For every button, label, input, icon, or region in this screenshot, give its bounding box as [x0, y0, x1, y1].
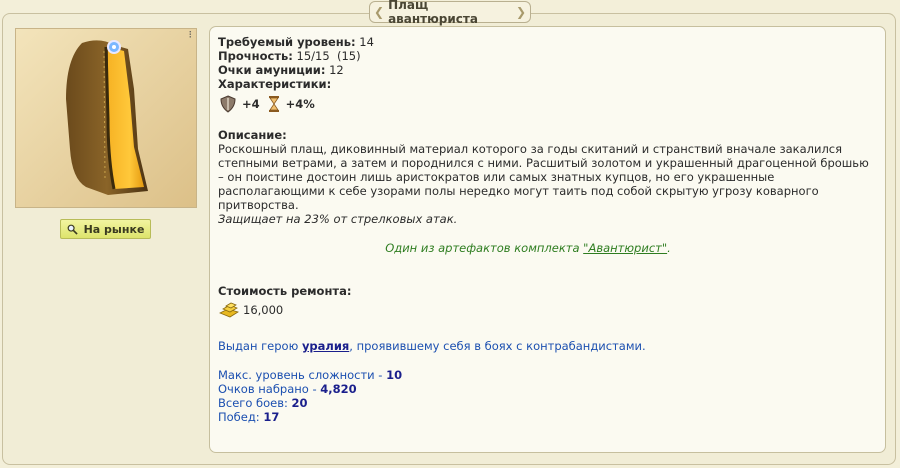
- characteristics-values: +4 +4%: [218, 93, 878, 115]
- total-battles-value: 20: [291, 396, 308, 410]
- description-heading: Описание:: [218, 128, 287, 142]
- required-level-label: Требуемый уровень:: [218, 35, 356, 49]
- hero-link[interactable]: уралия: [302, 339, 349, 353]
- description-text: Роскошный плащ, диковинный материал кото…: [218, 142, 878, 226]
- description-line: располагающими к себе узорами полы неред…: [218, 184, 819, 198]
- durability-label: Прочность:: [218, 49, 293, 63]
- set-prefix: Один из артефактов комплекта: [385, 241, 584, 255]
- set-suffix: .: [667, 241, 671, 255]
- description-line: Роскошный плащ, диковинный материал кото…: [218, 142, 843, 156]
- magnifier-icon: [67, 224, 78, 235]
- points-earned-value: 4,820: [320, 382, 357, 396]
- repair-cost-heading-row: Стоимость ремонта:: [218, 284, 878, 298]
- gold-icon: [219, 302, 239, 318]
- points-earned-row: Очков набрано - 4,820: [218, 382, 878, 396]
- durability-row: Прочность: 15/15 (15): [218, 49, 878, 63]
- window-title-tab: ❮ Плащ авантюриста ❯: [369, 0, 531, 26]
- defense-shield-icon: [220, 95, 236, 113]
- ammo-points-label: Очки амуниции:: [218, 63, 326, 77]
- on-market-button[interactable]: На рынке: [60, 219, 151, 239]
- title-ornament-right: ❯: [515, 5, 526, 19]
- award-line: Выдан герою уралия, проявившему себя в б…: [218, 339, 878, 353]
- award-prefix: Выдан герою: [218, 339, 302, 353]
- characteristics-row: Характеристики:: [218, 77, 878, 91]
- total-battles-row: Всего боев: 20: [218, 396, 878, 410]
- victories-value: 17: [263, 410, 280, 424]
- item-details-content: Требуемый уровень: 14 Прочность: 15/15 (…: [218, 35, 878, 424]
- max-difficulty-value: 10: [386, 368, 403, 382]
- characteristics-label: Характеристики:: [218, 77, 332, 91]
- more-options-icon[interactable]: ⁝: [189, 29, 193, 40]
- window-title: Плащ авантюриста: [388, 0, 478, 26]
- protection-text: Защищает на 23% от стрелковых атак.: [218, 212, 458, 226]
- title-ornament-left: ❮: [374, 5, 385, 19]
- required-level-value: 14: [359, 35, 374, 49]
- initiative-stat-value: +4%: [285, 97, 315, 111]
- set-membership-line: Один из артефактов комплекта "Авантюрист…: [218, 241, 878, 255]
- ammo-points-row: Очки амуниции: 12: [218, 63, 878, 77]
- required-level-row: Требуемый уровень: 14: [218, 35, 878, 49]
- item-image-frame: ⁝: [15, 28, 197, 208]
- victories-row: Побед: 17: [218, 410, 878, 424]
- repair-cost-value: 16,000: [243, 303, 284, 317]
- description-line: притворства.: [218, 198, 299, 212]
- cloak-image: [16, 29, 196, 207]
- description-line: – он поистине достоин лишь аристократов …: [218, 170, 775, 184]
- description-line: степными ветрами, а затем и породнился с…: [218, 156, 869, 170]
- max-difficulty-label: Макс. уровень сложности -: [218, 368, 387, 382]
- durability-value: 15/15 (15): [296, 49, 361, 63]
- repair-cost-label: Стоимость ремонта:: [218, 284, 352, 298]
- set-link[interactable]: "Авантюрист": [583, 241, 667, 255]
- repair-cost-row: 16,000: [218, 300, 878, 320]
- on-market-button-label: На рынке: [83, 222, 145, 236]
- description-heading-row: Описание:: [218, 128, 878, 142]
- initiative-hourglass-icon: [268, 96, 279, 112]
- total-battles-label: Всего боев:: [218, 396, 292, 410]
- max-difficulty-row: Макс. уровень сложности - 10: [218, 368, 878, 382]
- points-earned-label: Очков набрано -: [218, 382, 321, 396]
- award-suffix: , проявившему себя в боях с контрабандис…: [349, 339, 646, 353]
- defense-stat-value: +4: [242, 97, 260, 111]
- victories-label: Побед:: [218, 410, 264, 424]
- ammo-points-value: 12: [329, 63, 344, 77]
